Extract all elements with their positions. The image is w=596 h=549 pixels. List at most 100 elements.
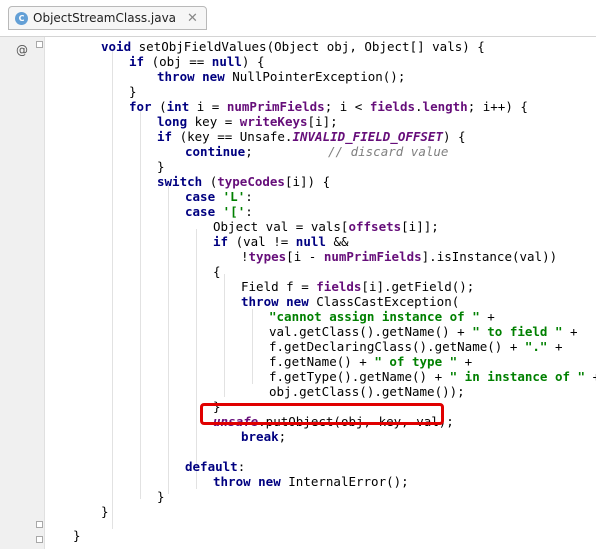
code-token: void <box>101 39 139 54</box>
code-line: for (int i = numPrimFields; i < fields.l… <box>129 99 528 114</box>
code-line: if (obj == null) { <box>129 54 264 69</box>
code-token: f.getName() + <box>269 354 375 369</box>
code-token: (obj == <box>151 54 212 69</box>
code-token: ) { <box>442 129 466 144</box>
code-token: ].isInstance(val)) <box>421 249 558 264</box>
editor-gutter: @ <box>0 37 45 549</box>
code-token: INVALID_FIELD_OFFSET <box>292 129 443 144</box>
code-token: throw new <box>213 474 289 489</box>
code-token: { <box>213 264 221 279</box>
indent-guide <box>196 229 197 489</box>
override-marker-icon[interactable]: @ <box>16 43 28 57</box>
code-token: NullPointerException(); <box>232 69 406 84</box>
code-line: !types[i - numPrimFields].isInstance(val… <box>241 249 557 264</box>
code-token: switch <box>157 174 210 189</box>
indent-guide <box>224 274 225 397</box>
fold-toggle-icon[interactable] <box>36 521 43 528</box>
code-line: case '[': <box>185 204 253 219</box>
code-line: Field f = fields[i].getField(); <box>241 279 474 294</box>
code-token: ( <box>159 99 167 114</box>
code-line: case 'L': <box>185 189 253 204</box>
code-token: int <box>166 99 197 114</box>
code-token: continue <box>185 144 246 159</box>
code-token: [i]) { <box>284 174 331 189</box>
tab-objectstreamclass[interactable]: C ObjectStreamClass.java ✕ <box>8 6 207 30</box>
code-line: if (key == Unsafe.INVALID_FIELD_OFFSET) … <box>157 129 466 144</box>
code-token: + <box>457 354 473 369</box>
code-token: default <box>185 459 238 474</box>
code-token: case <box>185 204 223 219</box>
code-token: ) { <box>241 54 265 69</box>
code-token: ! <box>241 249 249 264</box>
code-token: throw new <box>241 294 317 309</box>
code-line: if (val != null && <box>213 234 349 249</box>
code-line: long key = writeKeys[i]; <box>157 114 338 129</box>
code-line: break; <box>241 429 286 444</box>
code-token: numPrimFields <box>323 249 422 264</box>
code-line: } <box>73 528 81 543</box>
code-token: ; i++) { <box>467 99 528 114</box>
code-token: + <box>562 324 578 339</box>
editor-tab-bar: C ObjectStreamClass.java ✕ <box>0 0 596 37</box>
code-editor[interactable]: void setObjFieldValues(Object obj, Objec… <box>45 37 596 549</box>
code-token: ; <box>245 144 329 159</box>
java-class-icon: C <box>15 11 28 25</box>
code-token: length <box>422 99 468 114</box>
code-line: f.getName() + " of type " + <box>269 354 472 369</box>
code-line: obj.getClass().getName()); <box>269 384 465 399</box>
code-line: switch (typeCodes[i]) { <box>157 174 330 189</box>
code-token: [i]]; <box>401 219 439 234</box>
fold-toggle-icon[interactable] <box>36 41 43 48</box>
code-token: for <box>129 99 160 114</box>
code-token: && <box>333 234 349 249</box>
indent-guide <box>112 49 113 529</box>
code-token: null <box>211 54 242 69</box>
code-token: } <box>157 489 165 504</box>
code-line: Object val = vals[offsets[i]]; <box>213 219 439 234</box>
code-token: ClassCastException( <box>316 294 460 309</box>
code-token: obj.getClass().getName()); <box>269 384 465 399</box>
code-token: } <box>73 528 81 543</box>
code-token: if <box>129 54 152 69</box>
code-token: : <box>245 189 253 204</box>
code-token: setObjFieldValues(Object obj, Object[] v… <box>138 39 485 54</box>
code-token: f.getType().getName() + <box>269 369 450 384</box>
indent-guide <box>140 109 141 499</box>
code-line: "cannot assign instance of " + <box>269 309 495 324</box>
code-token: '[' <box>222 204 246 219</box>
code-token: + <box>547 339 563 354</box>
code-line: throw new ClassCastException( <box>241 294 459 309</box>
code-token: . <box>415 99 423 114</box>
code-token: [i]; <box>307 114 338 129</box>
code-token: 'L' <box>222 189 246 204</box>
close-icon[interactable]: ✕ <box>187 11 198 26</box>
code-token: } <box>101 504 109 519</box>
code-token: + <box>479 309 495 324</box>
code-token: throw new <box>157 69 233 84</box>
code-token: f.getDeclaringClass().getName() + <box>269 339 525 354</box>
code-token: + <box>585 369 596 384</box>
code-token: Field f = <box>241 279 317 294</box>
code-token: case <box>185 189 223 204</box>
code-token: offsets <box>348 219 402 234</box>
code-token: numPrimFields <box>226 99 325 114</box>
code-line: void setObjFieldValues(Object obj, Objec… <box>101 39 485 54</box>
code-token: Object val = vals[ <box>213 219 349 234</box>
code-token: "cannot assign instance of " <box>269 309 480 324</box>
code-line: throw new InternalError(); <box>213 474 409 489</box>
highlight-box <box>200 403 444 425</box>
code-token: i = <box>196 99 227 114</box>
code-line: } <box>157 159 165 174</box>
code-token: types <box>248 249 287 264</box>
code-token: // discard value <box>328 144 449 159</box>
code-line: { <box>213 264 221 279</box>
code-token: : <box>237 459 246 474</box>
code-token: " in instance of " <box>449 369 586 384</box>
code-token: " of type " <box>374 354 458 369</box>
fold-toggle-icon[interactable] <box>36 536 43 543</box>
code-token: fields <box>369 99 416 114</box>
code-token: " to field " <box>472 324 563 339</box>
indent-guide <box>168 184 169 494</box>
tab-label: ObjectStreamClass.java <box>33 11 177 25</box>
code-token: long <box>157 114 195 129</box>
